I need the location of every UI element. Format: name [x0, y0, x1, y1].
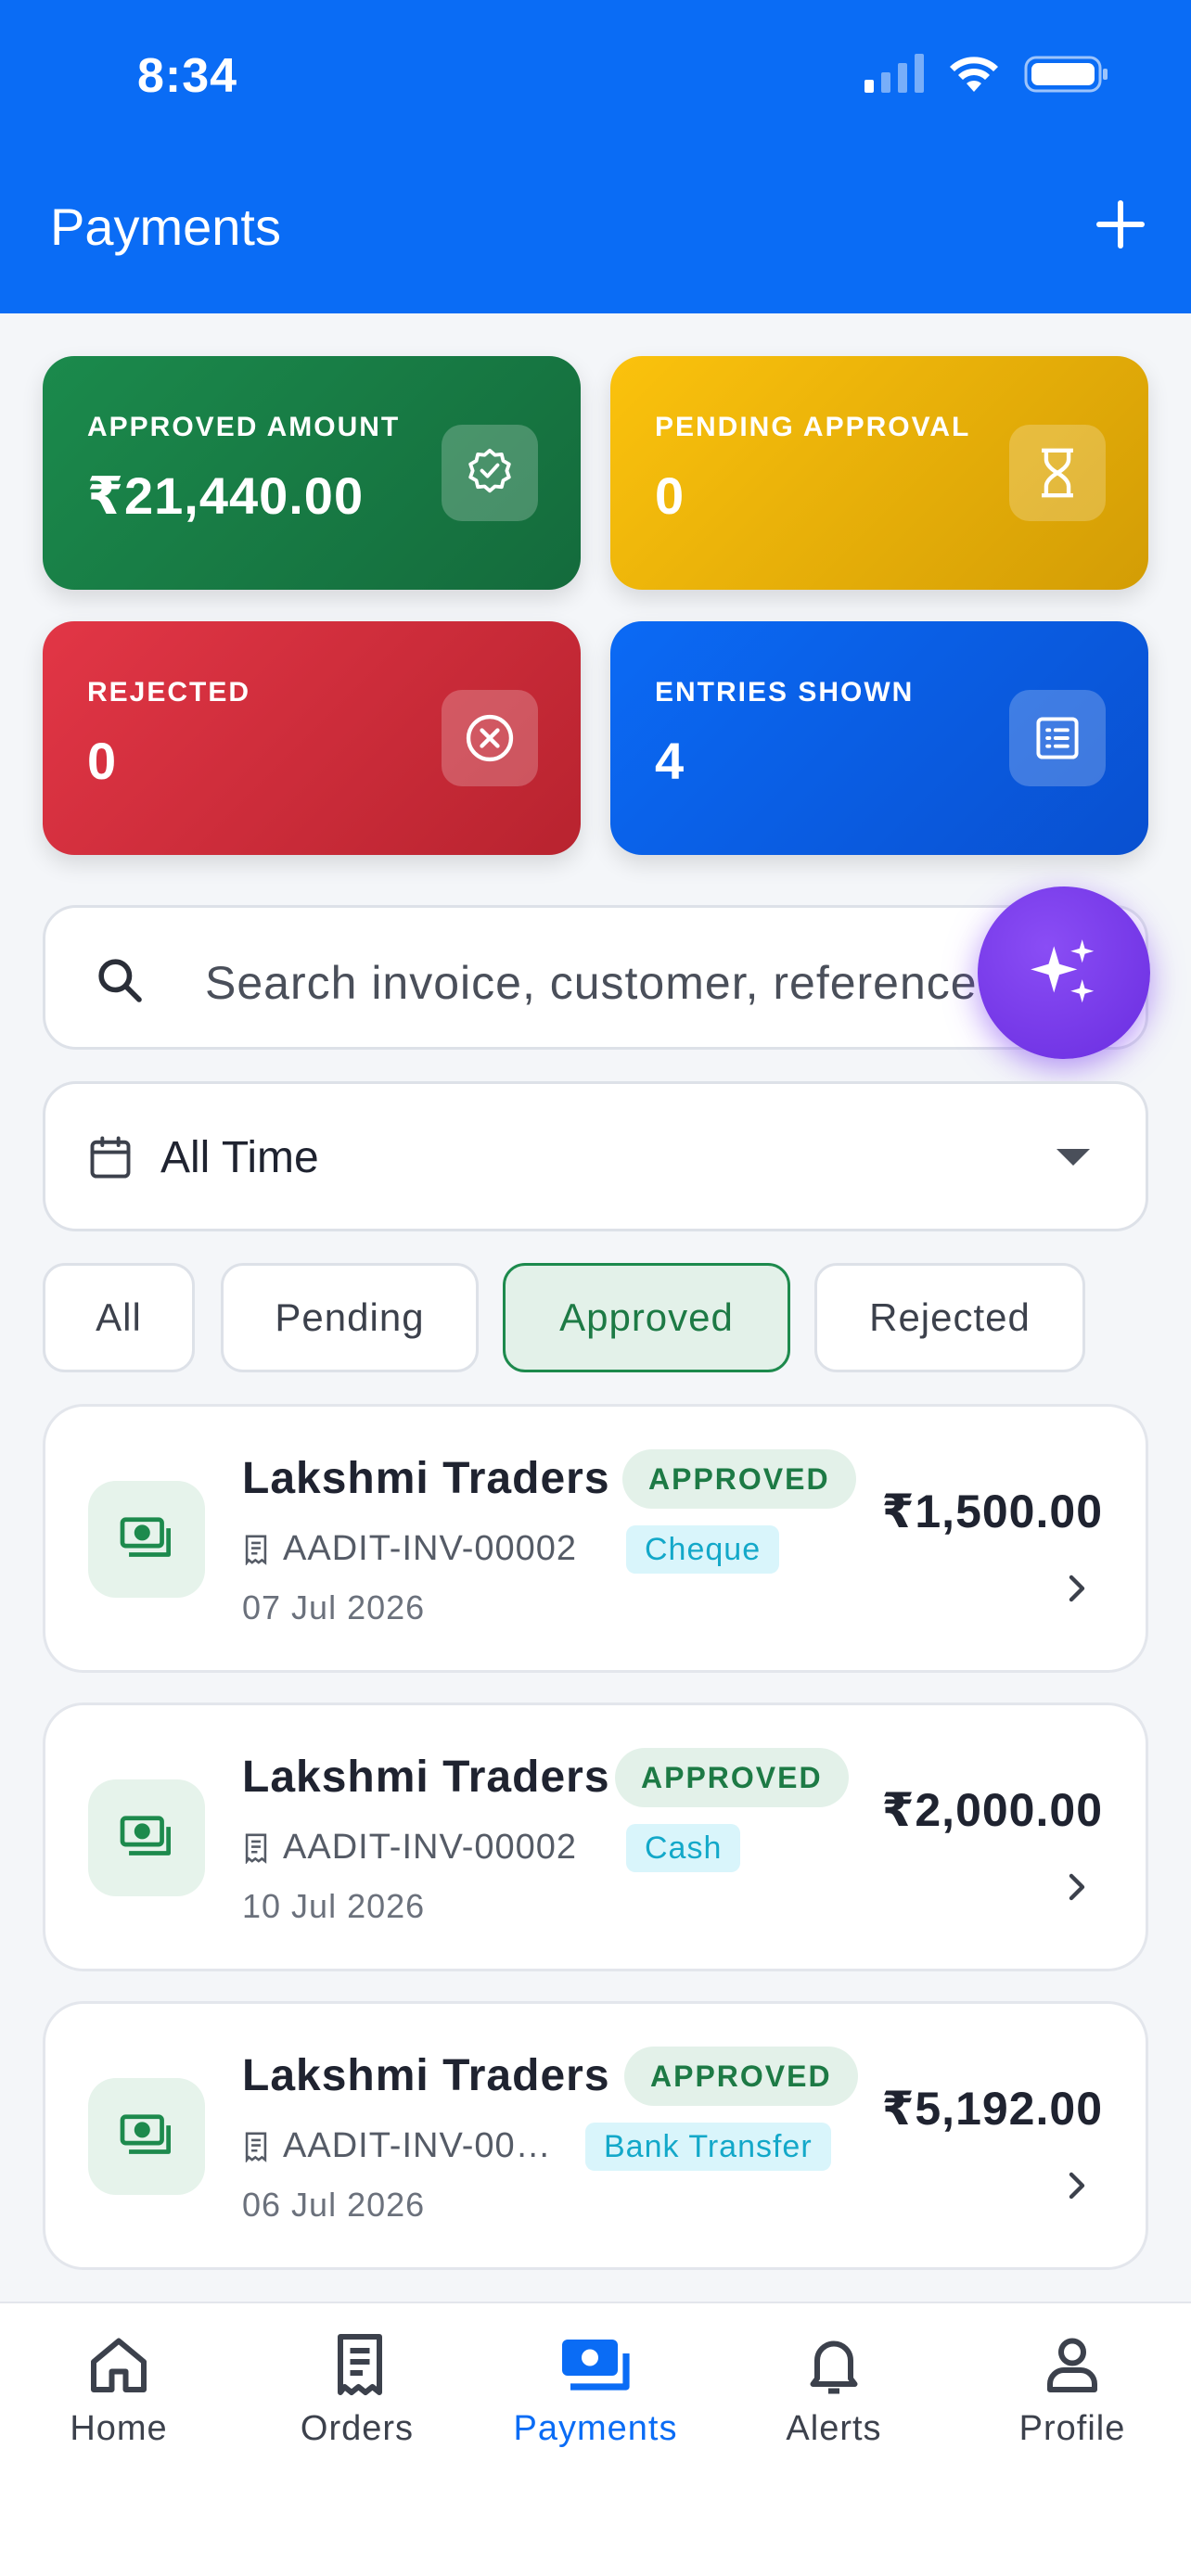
date-range-select[interactable]: All Time: [43, 1081, 1148, 1231]
signal-icon: [864, 54, 924, 93]
stat-entries-shown[interactable]: ENTRIES SHOWN 4: [610, 621, 1148, 855]
method-badge: Bank Transfer: [585, 2123, 831, 2171]
stat-value: 4: [655, 732, 685, 790]
page-title: Payments: [50, 198, 281, 256]
stat-value: 0: [655, 466, 685, 525]
chevron-right-icon: [1069, 2172, 1085, 2200]
customer-name: Lakshmi Traders: [242, 2051, 610, 2100]
receipt-icon: [245, 1535, 267, 1565]
verified-badge-icon: [442, 425, 538, 521]
payment-date: 10 Jul 2026: [242, 1887, 426, 1925]
payment-date: 06 Jul 2026: [242, 2186, 426, 2224]
stat-value: 0: [87, 732, 118, 790]
invoice-number: AADIT-INV-00…: [283, 2126, 552, 2165]
hourglass-icon: [1009, 425, 1106, 521]
payment-date: 07 Jul 2026: [242, 1588, 426, 1626]
status-badge: APPROVED: [615, 1748, 849, 1807]
status-badge: APPROVED: [622, 1449, 856, 1509]
bottom-tab-bar: Home Orders Payments Alerts Profile: [0, 2302, 1191, 2576]
app-header: 8:34 Payments: [0, 0, 1191, 313]
status-time: 8:34: [137, 49, 238, 103]
invoice-ref: AADIT-INV-00002: [242, 1828, 577, 1868]
money-icon: [562, 2340, 630, 2391]
payment-card[interactable]: Lakshmi Traders APPROVED AADIT-INV-00002…: [43, 1404, 1148, 1673]
ai-assistant-button[interactable]: [978, 886, 1150, 1059]
payment-card[interactable]: Lakshmi Traders APPROVED AADIT-INV-00… B…: [43, 2001, 1148, 2270]
list-icon: [1009, 690, 1106, 786]
tab-home[interactable]: Home: [7, 2331, 230, 2449]
receipt-icon: [245, 2132, 267, 2162]
invoice-number: AADIT-INV-00002: [283, 1828, 578, 1867]
customer-name: Lakshmi Traders: [242, 1753, 610, 1802]
tab-label: Alerts: [786, 2409, 882, 2448]
payment-amount: ₹1,500.00: [881, 1486, 1103, 1537]
invoice-ref: AADIT-INV-00002: [242, 1529, 577, 1569]
invoice-number: AADIT-INV-00002: [283, 1529, 578, 1568]
stat-pending-approval[interactable]: PENDING APPROVAL 0: [610, 356, 1148, 590]
stat-rejected[interactable]: REJECTED 0: [43, 621, 581, 855]
chevron-down-icon: [1057, 1149, 1090, 1166]
tab-label: Orders: [300, 2409, 415, 2448]
stat-value: ₹21,440.00: [87, 466, 365, 525]
chevron-right-icon: [1069, 1575, 1085, 1602]
calendar-icon: [90, 1136, 131, 1179]
x-circle-icon: [442, 690, 538, 786]
status-badge: APPROVED: [624, 2047, 858, 2106]
battery-icon: [1024, 56, 1108, 93]
tab-profile[interactable]: Profile: [961, 2331, 1184, 2449]
home-icon: [91, 2338, 147, 2392]
user-icon: [1047, 2338, 1097, 2392]
search-input[interactable]: Search invoice, customer, reference: [205, 956, 1040, 1010]
tab-orders[interactable]: Orders: [246, 2331, 468, 2449]
tab-payments[interactable]: Payments: [484, 2331, 707, 2449]
receipt-icon: [245, 1833, 267, 1864]
stat-label: APPROVED AMOUNT: [87, 412, 401, 442]
tab-label: Profile: [1018, 2409, 1126, 2448]
stat-label: REJECTED: [87, 677, 251, 708]
add-payment-button[interactable]: [1091, 195, 1150, 254]
cash-icon: [88, 1779, 205, 1896]
search-icon: [98, 959, 142, 1002]
wifi-icon: [950, 57, 998, 92]
filter-chip-pending[interactable]: Pending: [221, 1263, 479, 1372]
tab-alerts[interactable]: Alerts: [723, 2331, 945, 2449]
invoice-ref: AADIT-INV-00…: [242, 2126, 552, 2166]
cash-icon: [88, 1481, 205, 1598]
bell-icon: [810, 2340, 858, 2394]
tab-label: Home: [70, 2409, 168, 2448]
payment-amount: ₹2,000.00: [881, 1784, 1103, 1836]
receipt-icon: [338, 2334, 382, 2395]
filter-chip-approved[interactable]: Approved: [503, 1263, 790, 1372]
stat-label: PENDING APPROVAL: [655, 412, 971, 442]
chevron-right-icon: [1069, 1873, 1085, 1901]
method-badge: Cash: [626, 1824, 741, 1872]
customer-name: Lakshmi Traders: [242, 1454, 610, 1503]
tab-label: Payments: [513, 2409, 678, 2448]
stat-approved-amount[interactable]: APPROVED AMOUNT ₹21,440.00: [43, 356, 581, 590]
payment-card[interactable]: Lakshmi Traders APPROVED AADIT-INV-00002…: [43, 1702, 1148, 1971]
stat-label: ENTRIES SHOWN: [655, 677, 915, 708]
sparkles-icon: [1031, 939, 1095, 1003]
payment-amount: ₹5,192.00: [881, 2083, 1103, 2135]
filter-chip-rejected[interactable]: Rejected: [814, 1263, 1085, 1372]
date-range-value: All Time: [160, 1133, 319, 1182]
filter-chip-all[interactable]: All: [43, 1263, 195, 1372]
method-badge: Cheque: [626, 1525, 780, 1574]
status-icons: [864, 54, 1109, 95]
cash-icon: [88, 2078, 205, 2195]
